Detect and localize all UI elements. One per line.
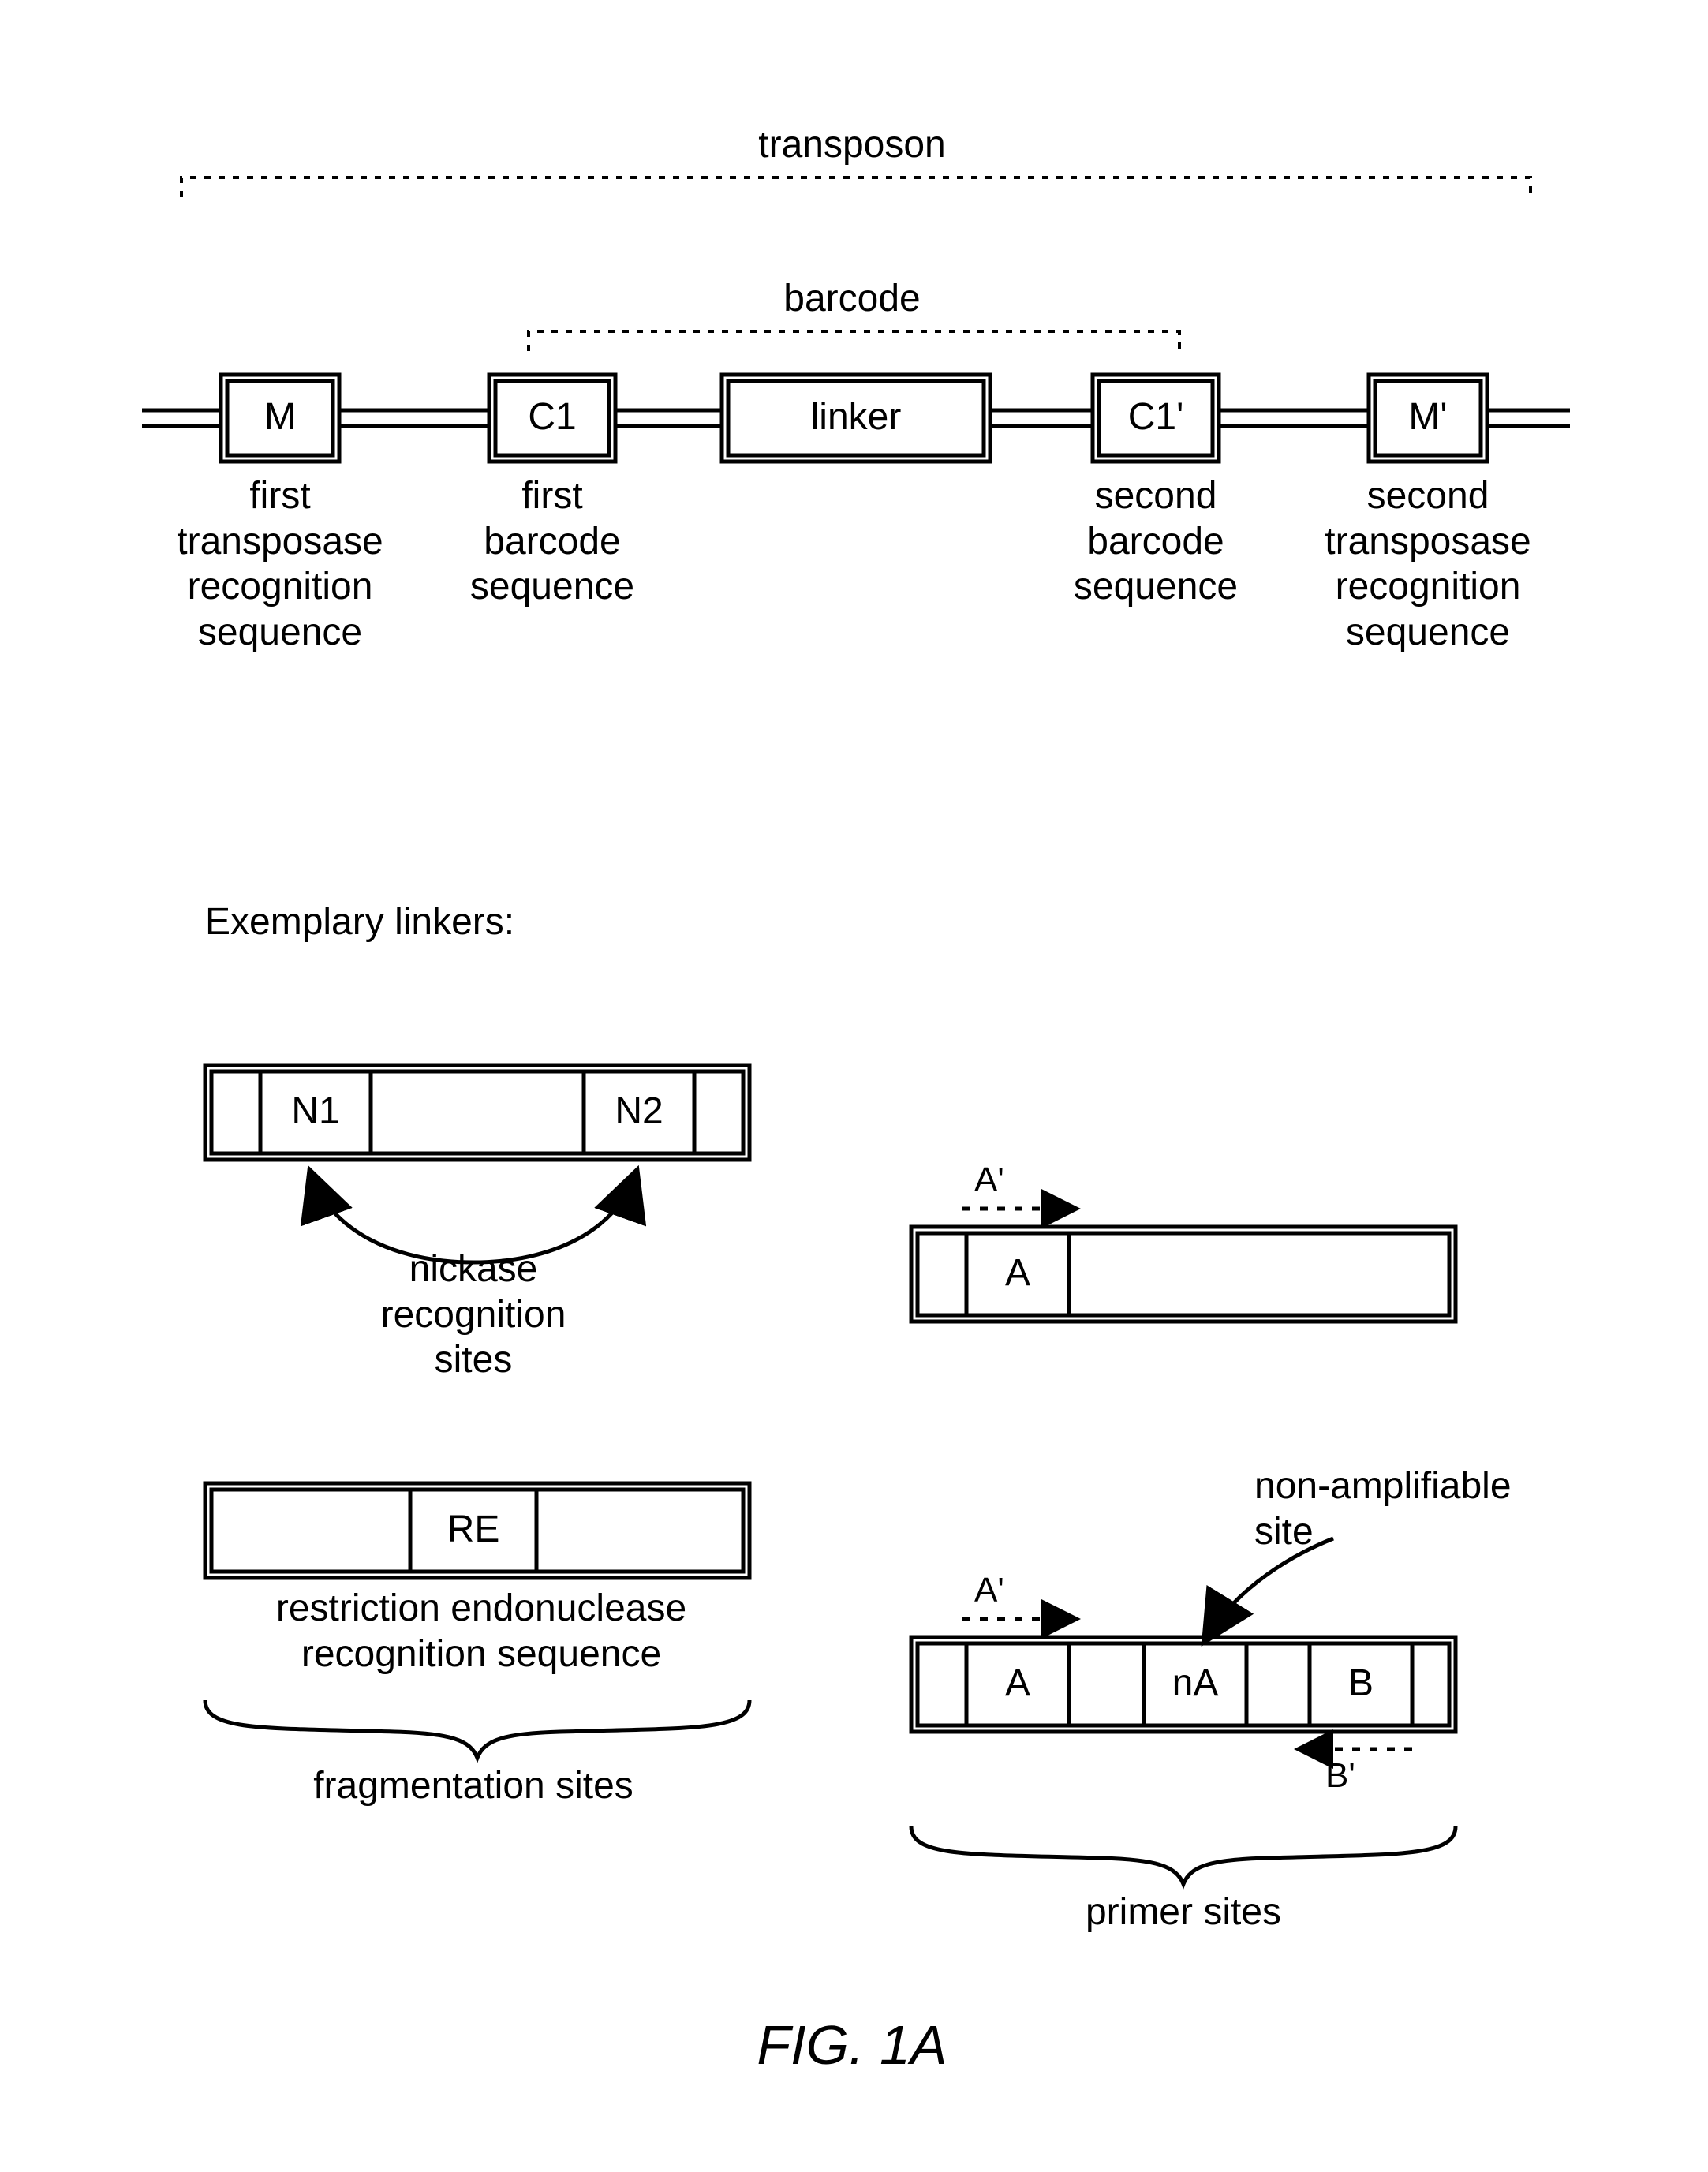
figure-label: FIG. 1A [694, 2012, 1010, 2078]
box-C1-sub: first barcode sequence [450, 473, 655, 610]
nonamp-annot: non-amplifiable site [1254, 1464, 1570, 1554]
box-C1p-text: C1' [1093, 394, 1219, 440]
Aprime-bottom: A' [974, 1570, 1053, 1612]
N1-text: N1 [260, 1089, 371, 1135]
section-header: Exemplary linkers: [205, 899, 678, 945]
box-C1p-sub: second barcode sequence [1053, 473, 1258, 610]
Aprime-top: A' [974, 1160, 1053, 1202]
box-C1-text: C1 [489, 394, 615, 440]
A-only-text: A [966, 1250, 1069, 1296]
transposon-label: transposon [647, 122, 1057, 168]
B-text: B [1310, 1661, 1412, 1707]
RE-text: RE [410, 1507, 536, 1553]
Bprime-text: B' [1325, 1755, 1420, 1797]
A-text: A [966, 1661, 1069, 1707]
barcode-label: barcode [734, 276, 970, 322]
nickase-annot: nickase recognition sites [339, 1247, 607, 1383]
nA-text: nA [1144, 1661, 1246, 1707]
box-M-text: M [221, 394, 339, 440]
fragmentation-label: fragmentation sites [252, 1763, 694, 1809]
box-Mp-sub: second transposase recognition sequence [1306, 473, 1550, 655]
box-M-sub: first transposase recognition sequence [158, 473, 402, 655]
box-Mp-text: M' [1369, 394, 1487, 440]
RE-annot: restriction endonuclease recognition seq… [205, 1586, 757, 1677]
primer-sites-label: primer sites [986, 1890, 1381, 1935]
N2-text: N2 [584, 1089, 694, 1135]
box-linker-text: linker [722, 394, 990, 440]
